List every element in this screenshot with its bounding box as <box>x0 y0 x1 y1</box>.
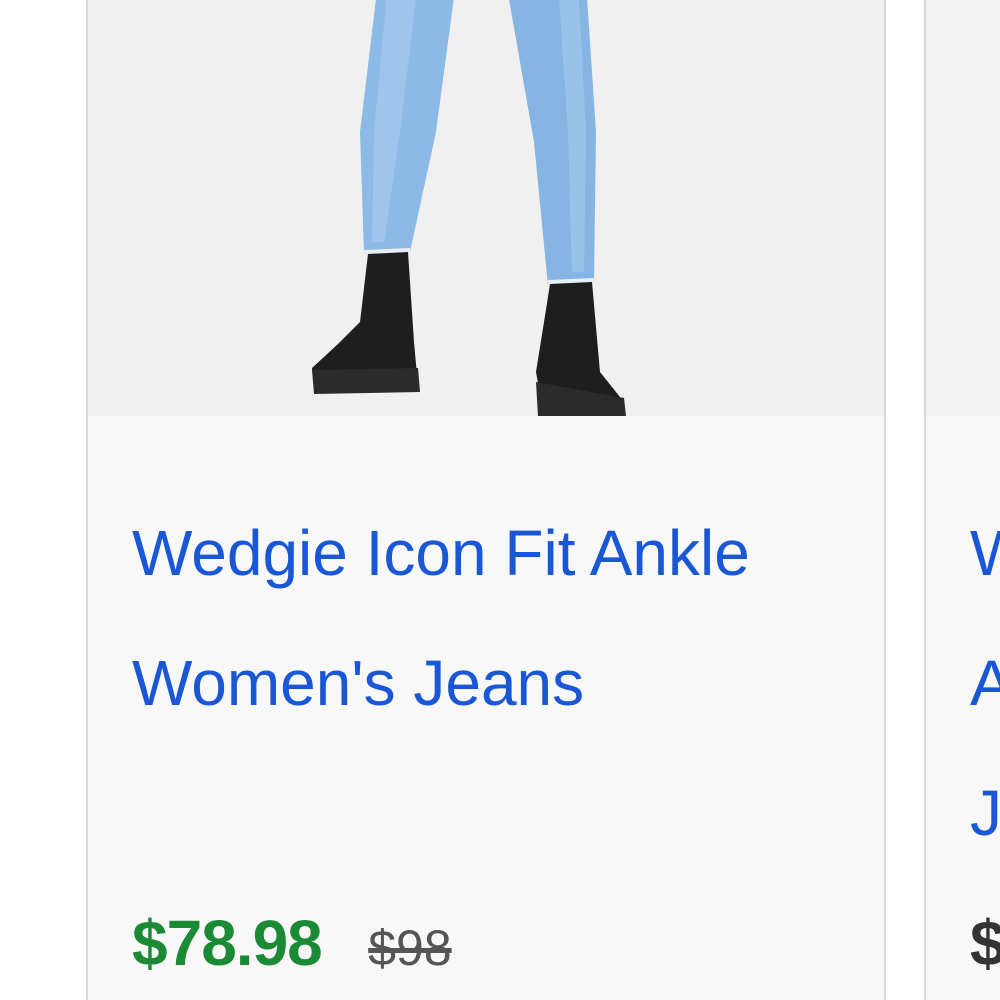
sale-price: $78.98 <box>132 907 323 979</box>
next-product-image[interactable] <box>926 0 1000 416</box>
product-info: Wedgie Icon Fit Ankle Women's Jeans $78.… <box>88 416 884 1000</box>
product-card[interactable]: Wedgie Icon Fit Ankle Women's Jeans $78.… <box>86 0 886 1000</box>
product-title-link[interactable]: Wedgie Icon Fit Ankle Women's Jeans <box>132 488 792 748</box>
next-product-info: W A J $ <box>926 416 1000 1000</box>
next-product-title-link[interactable]: W A J <box>970 488 1000 878</box>
original-price: $98 <box>368 920 452 976</box>
next-sale-price: $ <box>970 907 1000 979</box>
next-price-row: $ <box>970 906 1000 980</box>
product-carousel: Wedgie Icon Fit Ankle Women's Jeans $78.… <box>0 0 1000 1000</box>
jeans-photo <box>88 0 884 416</box>
product-image[interactable] <box>88 0 884 416</box>
next-product-card[interactable]: W A J $ <box>924 0 1000 1000</box>
price-row: $78.98 $98 <box>132 906 452 980</box>
